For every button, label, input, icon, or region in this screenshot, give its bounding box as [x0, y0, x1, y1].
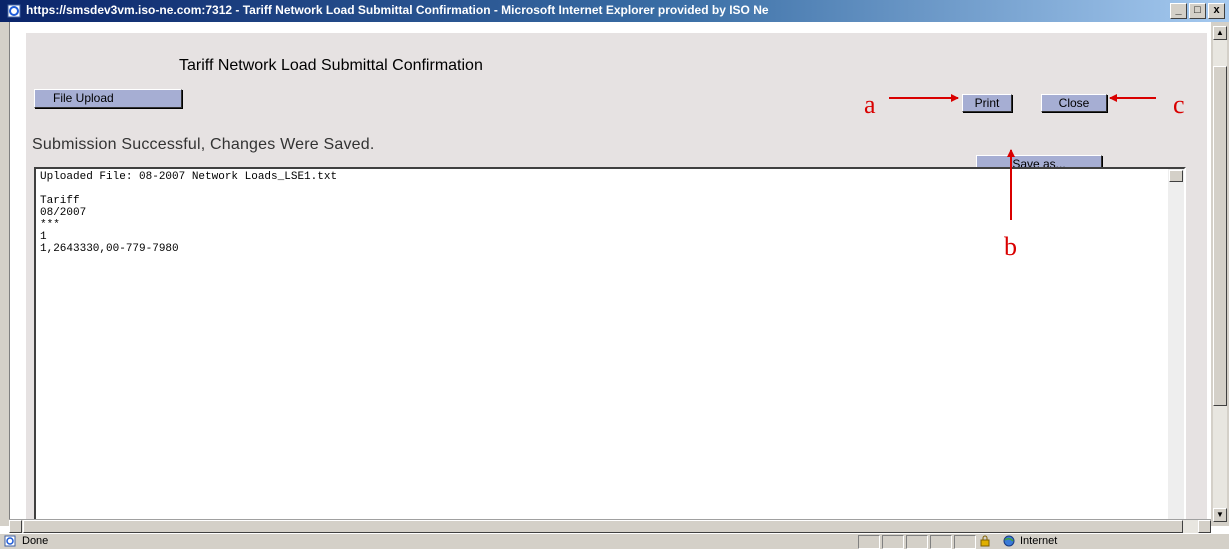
annotation-label-b: b	[1004, 232, 1017, 261]
annotation-arrows	[889, 94, 1156, 220]
annotation-label-c: c	[1173, 90, 1185, 119]
annotation-label-a: a	[864, 90, 876, 119]
